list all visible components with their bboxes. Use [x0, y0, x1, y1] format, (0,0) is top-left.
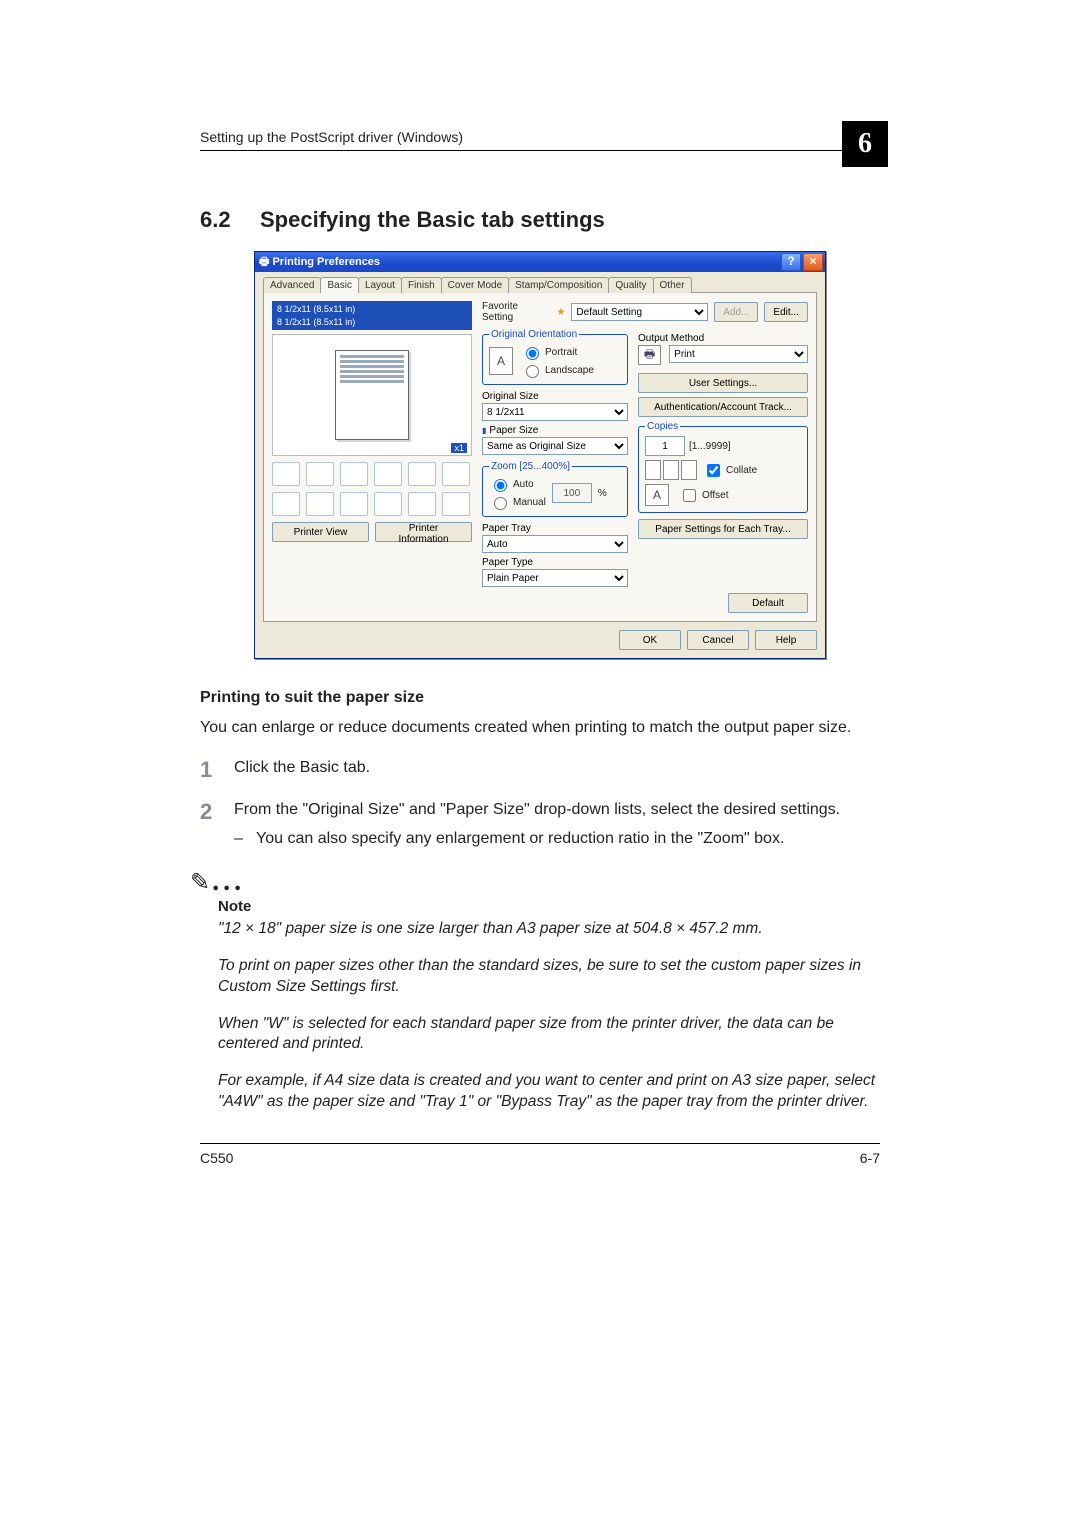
paper-settings-tray-button[interactable]: Paper Settings for Each Tray... [638, 519, 808, 539]
paper-tray-select[interactable]: Auto [482, 535, 628, 553]
tab-stamp-composition[interactable]: Stamp/Composition [508, 277, 609, 293]
footer-page: 6-7 [860, 1150, 880, 1166]
tab-quality[interactable]: Quality [608, 277, 653, 293]
paper-sheet-icon [335, 350, 409, 440]
layout-icon[interactable] [442, 492, 470, 516]
tab-layout[interactable]: Layout [358, 277, 402, 293]
note-paragraph: "12 × 18" paper size is one size larger … [218, 919, 880, 940]
preview-icon-row [272, 462, 472, 516]
printer-view-button[interactable]: Printer View [272, 522, 369, 542]
layout-icon[interactable] [374, 462, 402, 486]
layout-icon[interactable] [408, 462, 436, 486]
output-method-label: Output Method [638, 333, 808, 344]
dialog-title: Printing Preferences [272, 256, 380, 268]
copies-input[interactable] [645, 436, 685, 456]
close-icon[interactable]: × [803, 253, 823, 271]
tab-cover-mode[interactable]: Cover Mode [441, 277, 509, 293]
footer-model: C550 [200, 1150, 233, 1166]
layout-icon[interactable] [306, 462, 334, 486]
zoom-indicator: x1 [451, 443, 467, 453]
portrait-radio[interactable]: Portrait [521, 344, 594, 360]
note-icon: ✎... [190, 866, 880, 898]
layout-icon[interactable] [340, 462, 368, 486]
intro-paragraph: You can enlarge or reduce documents crea… [200, 717, 880, 739]
help-icon[interactable]: ? [781, 253, 801, 271]
layout-icon[interactable] [340, 492, 368, 516]
paper-tray-label: Paper Tray [482, 523, 628, 534]
original-size-label: Original Size [482, 391, 628, 402]
offset-checkbox[interactable]: Offset [679, 486, 729, 505]
user-settings-button[interactable]: User Settings... [638, 373, 808, 393]
orientation-icon: A [489, 347, 513, 375]
favorite-setting-label: Favorite Setting [482, 301, 550, 323]
layout-icon[interactable] [442, 462, 470, 486]
page-preview: x1 [272, 334, 472, 456]
landscape-radio[interactable]: Landscape [521, 362, 594, 378]
help-button[interactable]: Help [755, 630, 817, 650]
zoom-percent-label: % [598, 488, 607, 499]
note-paragraph: To print on paper sizes other than the s… [218, 956, 880, 998]
layout-icon[interactable] [374, 492, 402, 516]
note-heading: Note [218, 898, 880, 915]
printer-icon: 🖶 [259, 253, 272, 272]
zoom-value-input[interactable] [552, 483, 592, 503]
layout-icon[interactable] [272, 462, 300, 486]
paper-size-label: Paper Size [482, 425, 628, 436]
step-item: 2 From the "Original Size" and "Paper Si… [200, 799, 880, 850]
size-readout: 8 1/2x11 (8.5x11 in) 8 1/2x11 (8.5x11 in… [272, 301, 472, 330]
zoom-group: Zoom [25...400%] Auto Manual % [482, 461, 628, 517]
offset-icon: A [645, 484, 669, 506]
tab-basic[interactable]: Basic [320, 277, 358, 293]
note-paragraph: For example, if A4 size data is created … [218, 1071, 880, 1113]
layout-icon[interactable] [306, 492, 334, 516]
copies-group: Copies [1...9999] Collate [638, 421, 808, 513]
output-method-select[interactable]: Print [669, 345, 808, 363]
chapter-badge: 6 [842, 121, 888, 167]
tab-other[interactable]: Other [653, 277, 692, 293]
favorite-setting-select[interactable]: Default Setting [571, 303, 708, 321]
authentication-button[interactable]: Authentication/Account Track... [638, 397, 808, 417]
paper-size-select[interactable]: Same as Original Size [482, 437, 628, 455]
section-heading: 6.2Specifying the Basic tab settings [200, 207, 880, 233]
collate-icon [645, 460, 697, 480]
note-paragraph: When "W" is selected for each standard p… [218, 1014, 880, 1056]
tab-finish[interactable]: Finish [401, 277, 442, 293]
paper-type-select[interactable]: Plain Paper [482, 569, 628, 587]
subsection-heading: Printing to suit the paper size [200, 689, 880, 707]
step-item: 1 Click the Basic tab. [200, 757, 880, 783]
copies-range: [1...9999] [689, 441, 731, 452]
paper-type-label: Paper Type [482, 557, 628, 568]
running-head: Setting up the PostScript driver (Window… [200, 129, 463, 145]
dialog-titlebar[interactable]: 🖶 Printing Preferences ? × [255, 252, 825, 272]
original-size-select[interactable]: 8 1/2x11 [482, 403, 628, 421]
printing-preferences-dialog: 🖶 Printing Preferences ? × Advanced Basi… [254, 251, 826, 659]
printer-small-icon: 🖶 [638, 345, 661, 365]
favorite-add-button[interactable]: Add... [714, 302, 758, 322]
original-orientation-group: Original Orientation A Portrait Landscap… [482, 329, 628, 385]
collate-checkbox[interactable]: Collate [703, 461, 757, 480]
zoom-auto-radio[interactable]: Auto [489, 476, 546, 492]
layout-icon[interactable] [272, 492, 300, 516]
favorite-edit-button[interactable]: Edit... [764, 302, 808, 322]
star-icon: ★ [556, 307, 565, 318]
zoom-manual-radio[interactable]: Manual [489, 494, 546, 510]
cancel-button[interactable]: Cancel [687, 630, 749, 650]
tab-strip: Advanced Basic Layout Finish Cover Mode … [263, 276, 817, 293]
default-button[interactable]: Default [728, 593, 808, 613]
tab-advanced[interactable]: Advanced [263, 277, 321, 293]
printer-information-button[interactable]: Printer Information [375, 522, 472, 542]
ok-button[interactable]: OK [619, 630, 681, 650]
layout-icon[interactable] [408, 492, 436, 516]
